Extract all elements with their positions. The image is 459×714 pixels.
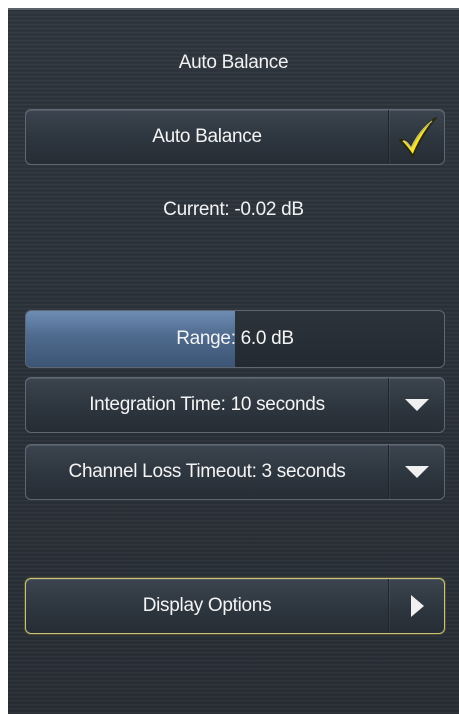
triangle-down-icon <box>404 399 429 411</box>
current-balance-readout: Current: -0.02 dB <box>163 199 304 220</box>
range-slider[interactable]: Range: 6.0 dB <box>25 310 445 368</box>
integration-time-dropdown-arrow[interactable] <box>388 378 444 432</box>
display-options-arrow[interactable] <box>388 579 444 633</box>
panel-title: Auto Balance <box>178 52 289 73</box>
checkmark-icon <box>398 117 437 157</box>
range-label: Range: 6.0 dB <box>176 328 294 349</box>
integration-time-dropdown[interactable]: Integration Time: 10 seconds <box>25 377 445 433</box>
triangle-down-icon <box>404 466 429 478</box>
channel-loss-timeout-label: Channel Loss Timeout: 3 seconds <box>68 461 346 482</box>
display-options-label: Display Options <box>142 595 272 616</box>
settings-panel: Auto Balance Auto Balance Current: -0.02… <box>8 8 459 714</box>
triangle-right-icon <box>410 595 424 617</box>
auto-balance-label: Auto Balance <box>152 126 262 147</box>
integration-time-label: Integration Time: 10 seconds <box>89 394 325 415</box>
display-options-button[interactable]: Display Options <box>25 578 445 634</box>
channel-loss-timeout-dropdown-arrow[interactable] <box>388 445 444 499</box>
auto-balance-check-cell[interactable] <box>388 110 444 164</box>
channel-loss-timeout-dropdown[interactable]: Channel Loss Timeout: 3 seconds <box>25 444 445 500</box>
auto-balance-toggle[interactable]: Auto Balance <box>25 109 445 165</box>
panel-top-edge <box>8 8 459 10</box>
